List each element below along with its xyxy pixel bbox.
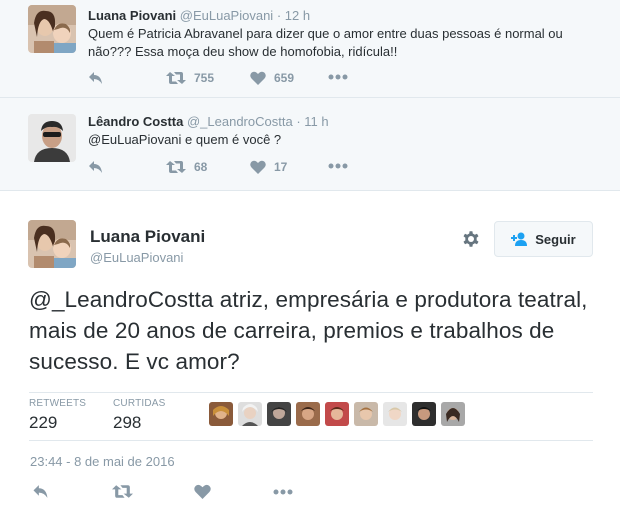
reply-icon xyxy=(33,485,48,498)
liker-avatar[interactable] xyxy=(209,402,233,426)
tweet-actions: 755 659 xyxy=(88,71,368,91)
liker-avatar[interactable] xyxy=(238,402,262,426)
reply-button[interactable] xyxy=(88,160,104,174)
reply-button[interactable] xyxy=(88,71,104,85)
avatar[interactable] xyxy=(28,114,76,162)
context-tweet[interactable]: Lêandro Costta @_LeandroCostta · 11 h @E… xyxy=(0,98,620,190)
author-name[interactable]: Lêandro Costta xyxy=(88,114,183,129)
settings-button[interactable] xyxy=(461,229,481,249)
tweet-time[interactable]: 11 h xyxy=(304,114,328,129)
likes-label: CURTIDAS xyxy=(113,398,166,409)
retweet-button[interactable] xyxy=(112,484,133,499)
author-name[interactable]: Luana Piovani xyxy=(90,227,205,247)
like-button[interactable] xyxy=(194,484,211,499)
retweet-icon xyxy=(166,161,186,173)
context-tweet[interactable]: Luana Piovani @EuLuaPiovani · 12 h Quem … xyxy=(0,0,620,97)
more-button[interactable] xyxy=(273,489,293,495)
retweets-label: RETWEETS xyxy=(29,398,87,409)
reply-button[interactable] xyxy=(32,484,50,499)
tweet-text: @EuLuaPiovani e quem é você ? xyxy=(88,132,282,147)
reply-icon xyxy=(89,161,102,173)
follow-label: Seguir xyxy=(535,231,576,247)
retweets-count: 229 xyxy=(29,413,58,432)
liker-avatar[interactable] xyxy=(296,402,320,426)
reply-icon xyxy=(89,72,102,84)
more-button[interactable] xyxy=(328,74,348,80)
heart-icon xyxy=(250,71,266,85)
more-icon xyxy=(328,74,348,80)
follow-person-icon xyxy=(511,232,528,246)
more-icon xyxy=(328,163,348,169)
tweet-text: @_LeandroCostta atriz, empresária e prod… xyxy=(29,287,588,374)
liker-avatar[interactable] xyxy=(441,402,465,426)
tweet-header: Luana Piovani @EuLuaPiovani · 12 h xyxy=(88,8,310,23)
tweet-time[interactable]: 12 h xyxy=(285,8,310,23)
divider xyxy=(0,190,620,191)
liker-avatar[interactable] xyxy=(325,402,349,426)
like-count: 17 xyxy=(274,160,288,174)
author-handle[interactable]: @EuLuaPiovani xyxy=(90,250,183,265)
retweet-icon xyxy=(166,72,186,84)
tweet-timestamp[interactable]: 23:44 - 8 de mai de 2016 xyxy=(30,454,175,469)
likes-stat[interactable]: CURTIDAS 298 xyxy=(113,398,166,433)
retweet-button[interactable]: 68 xyxy=(166,160,207,174)
more-icon xyxy=(273,489,293,495)
liker-avatar[interactable] xyxy=(267,402,291,426)
like-count: 659 xyxy=(274,71,295,85)
likes-count: 298 xyxy=(113,413,142,432)
divider xyxy=(29,440,593,441)
author-handle[interactable]: @EuLuaPiovani xyxy=(180,8,273,23)
retweet-button[interactable]: 755 xyxy=(166,71,214,85)
like-button[interactable]: 659 xyxy=(250,71,294,85)
tweet-actions: 68 17 xyxy=(88,160,368,180)
separator-dot: · xyxy=(276,8,282,23)
tweet-actions xyxy=(32,484,312,504)
retweet-count: 68 xyxy=(194,160,208,174)
retweets-stat[interactable]: RETWEETS 229 xyxy=(29,398,86,433)
separator-dot: · xyxy=(296,114,301,129)
avatar[interactable] xyxy=(28,5,76,53)
liker-avatars xyxy=(209,402,465,426)
like-button[interactable]: 17 xyxy=(250,160,287,174)
more-button[interactable] xyxy=(328,163,348,169)
tweet-stats: RETWEETS 229 CURTIDAS 298 xyxy=(29,392,593,440)
liker-avatar[interactable] xyxy=(354,402,378,426)
author-name[interactable]: Luana Piovani xyxy=(88,8,176,23)
author-handle[interactable]: @_LeandroCostta xyxy=(187,114,293,129)
liker-avatar[interactable] xyxy=(383,402,407,426)
liker-avatar[interactable] xyxy=(412,402,436,426)
retweet-count: 755 xyxy=(194,71,215,85)
heart-icon xyxy=(194,484,211,499)
author-avatar[interactable] xyxy=(28,220,76,268)
retweet-icon xyxy=(112,485,133,498)
heart-icon xyxy=(250,160,266,174)
tweet-header: Lêandro Costta @_LeandroCostta · 11 h xyxy=(88,114,329,129)
gear-icon xyxy=(463,231,479,247)
tweet-text: Quem é Patricia Abravanel para dizer que… xyxy=(88,26,563,59)
follow-button[interactable]: Seguir xyxy=(494,221,593,257)
